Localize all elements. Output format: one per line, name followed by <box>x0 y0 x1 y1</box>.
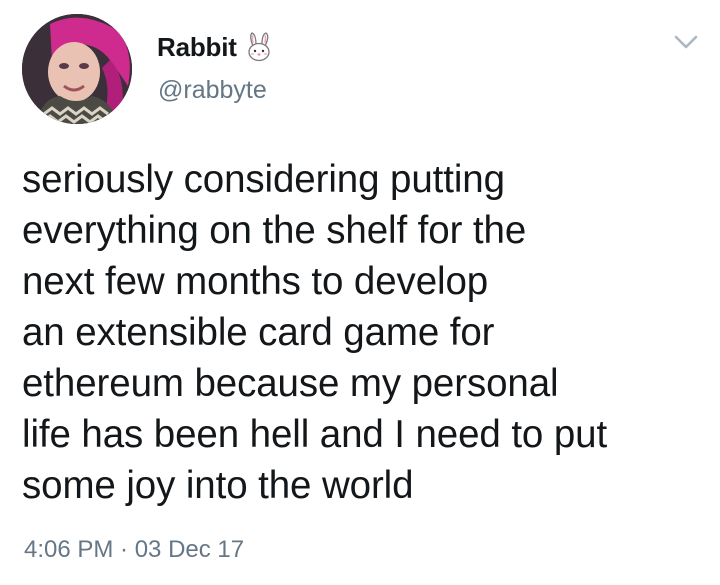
tweet-timestamp[interactable]: 4:06 PM · 03 Dec 17 <box>24 536 244 564</box>
chevron-down-icon[interactable] <box>672 32 700 52</box>
tweet-text: seriously considering putting everything… <box>22 158 608 507</box>
tweet-card: Rabbit @rabbyte seriously considering pu… <box>0 0 720 585</box>
display-name-row[interactable]: Rabbit <box>157 30 273 64</box>
avatar-image <box>22 14 132 124</box>
avatar[interactable] <box>22 14 132 124</box>
rabbit-face-icon <box>245 32 273 62</box>
display-name[interactable]: Rabbit <box>157 32 237 63</box>
user-handle[interactable]: @rabbyte <box>158 76 267 105</box>
